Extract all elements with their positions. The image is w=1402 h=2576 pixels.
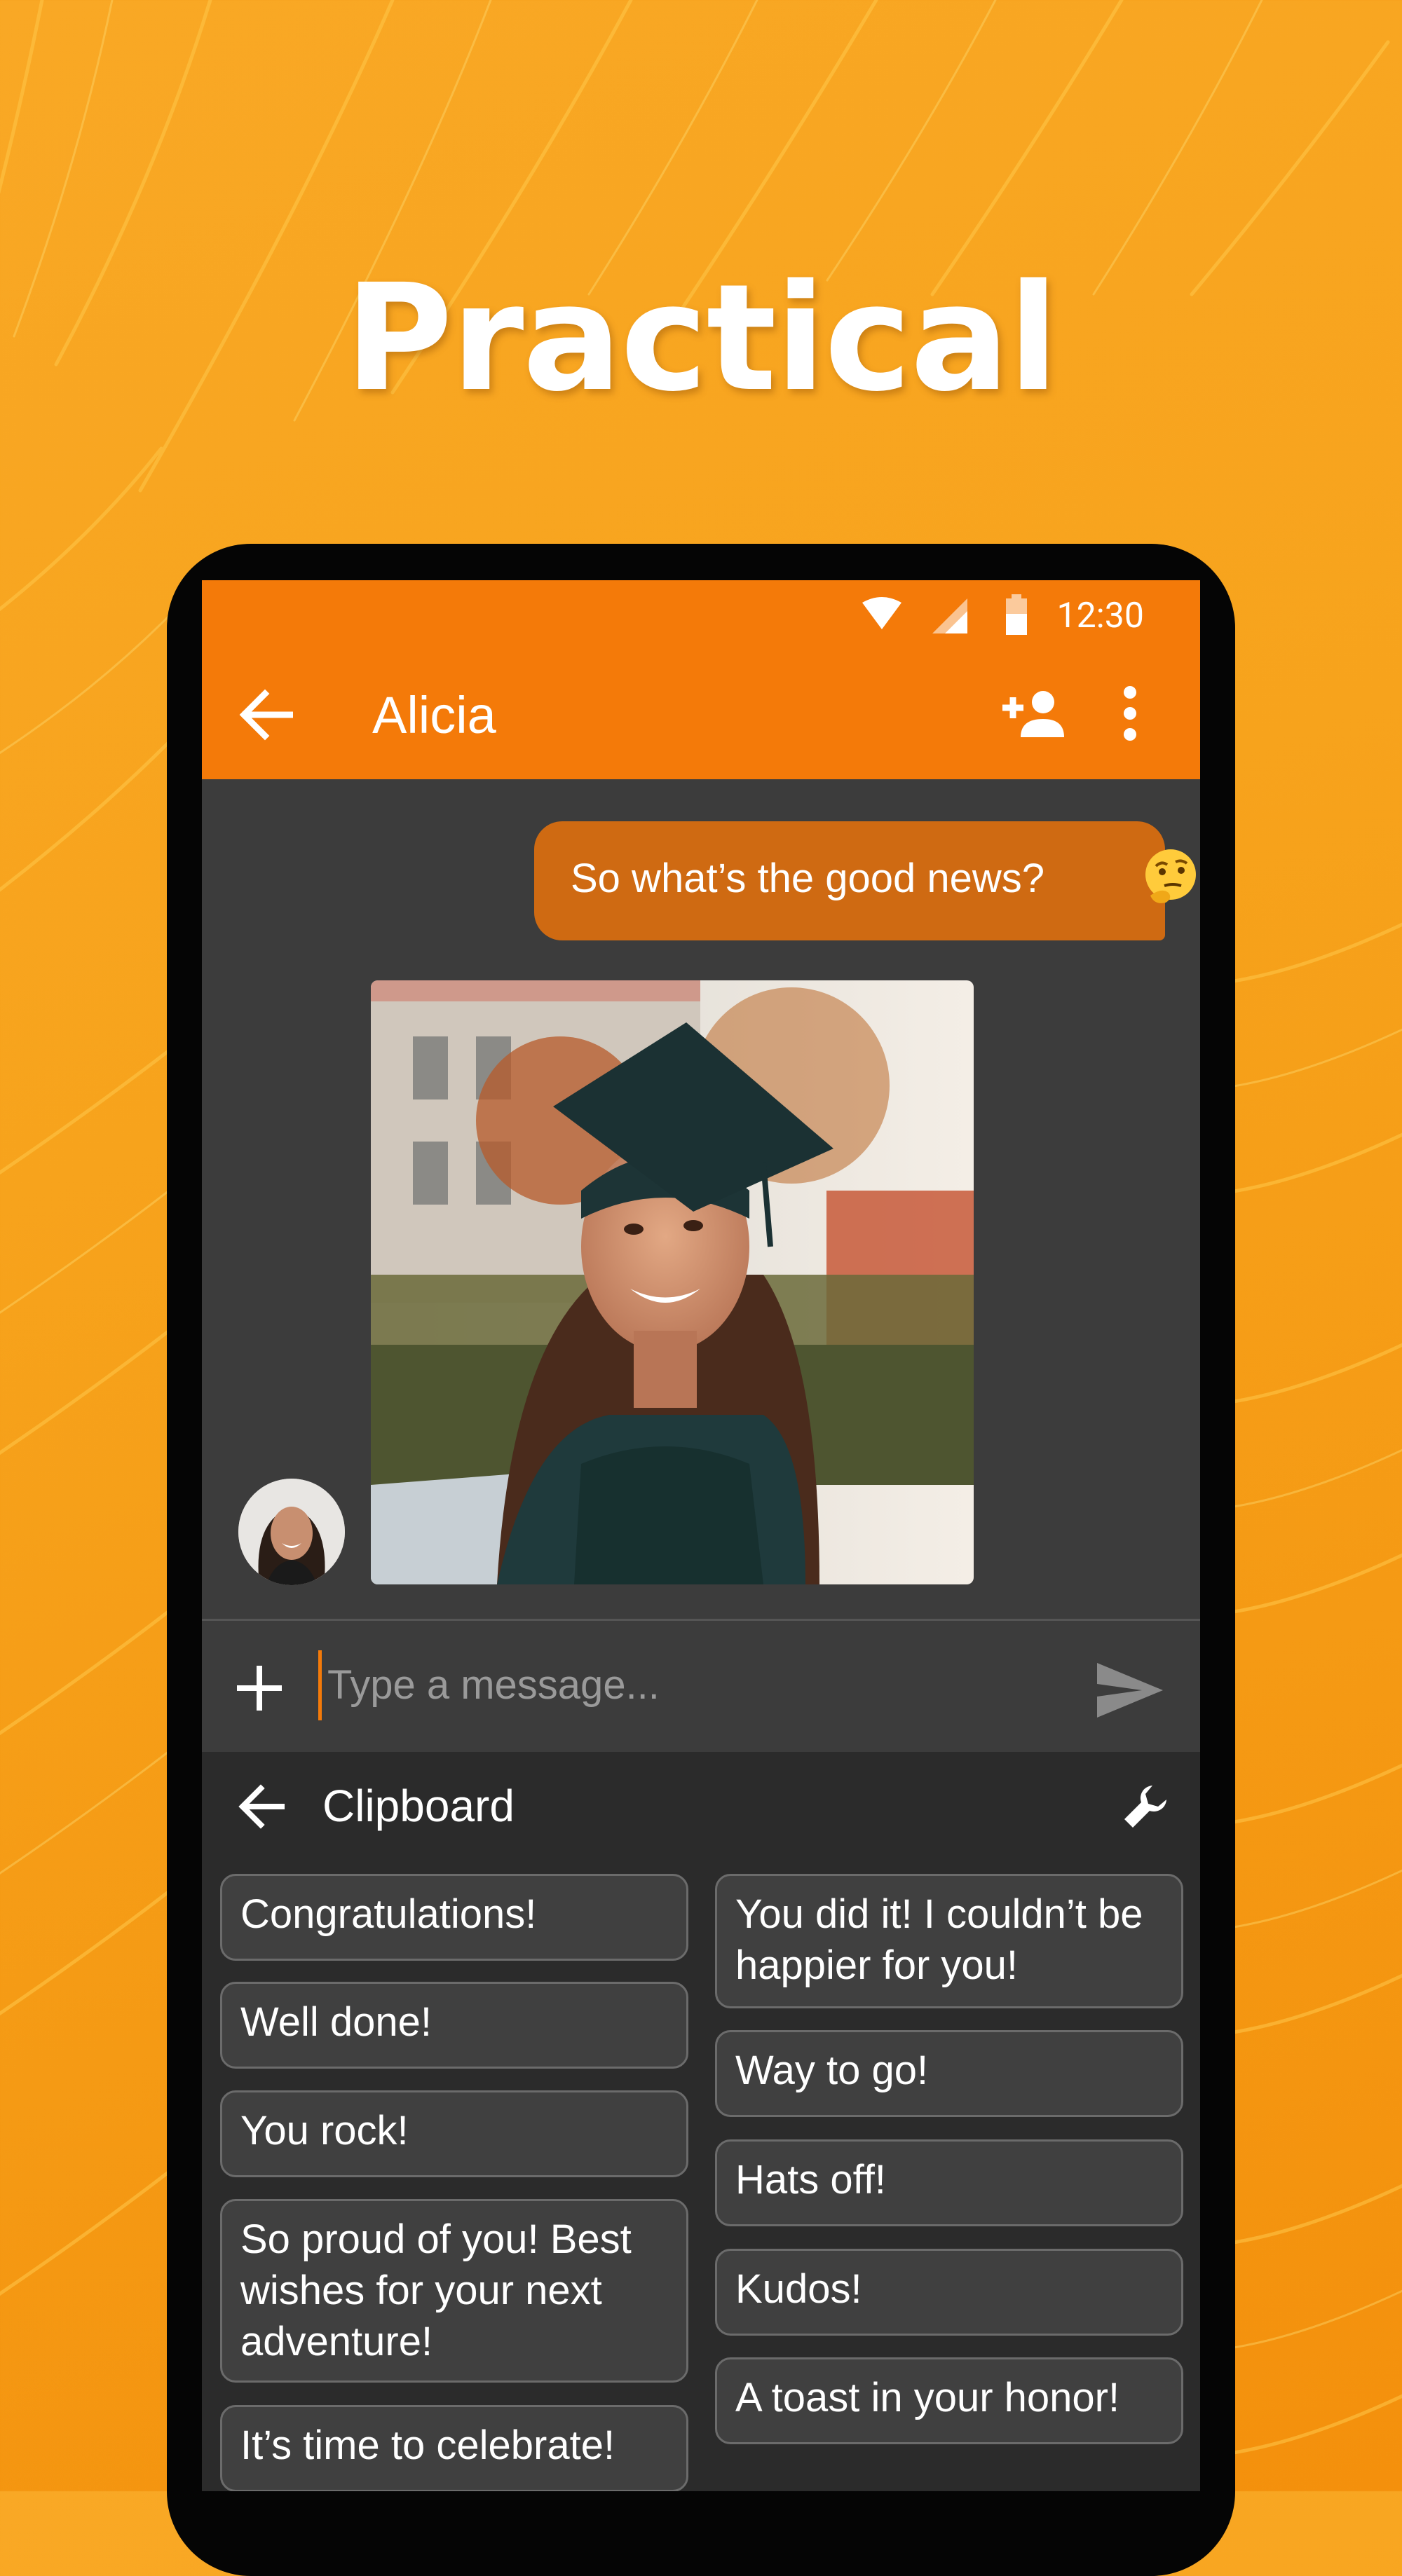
signal-icon <box>932 598 967 633</box>
clipboard-item[interactable]: So proud of you! Best wishes for your ne… <box>220 2199 688 2383</box>
more-vert-icon[interactable] <box>1120 685 1140 741</box>
conversation-title: Alicia <box>372 686 496 744</box>
outgoing-message[interactable]: So what’s the good news? <box>534 821 1196 940</box>
battery-icon <box>1006 594 1027 635</box>
plus-icon[interactable] <box>236 1664 283 1712</box>
status-time: 12:30 <box>1056 596 1144 636</box>
clipboard-title: Clipboard <box>322 1781 515 1831</box>
add-person-icon[interactable] <box>1000 687 1064 740</box>
headline: Practical <box>344 252 1059 424</box>
clipboard-item[interactable]: Well done! <box>220 1982 688 2069</box>
outgoing-message-text: So what’s the good news? <box>571 856 1045 901</box>
message-input[interactable]: Type a message... <box>318 1650 1019 1720</box>
back-arrow-icon[interactable] <box>238 688 293 741</box>
clipboard-item[interactable]: It’s time to celebrate! <box>220 2405 688 2491</box>
clipboard-item[interactable]: A toast in your honor! <box>715 2357 1183 2444</box>
clipboard-item[interactable]: Way to go! <box>715 2030 1183 2117</box>
app-bar: Alicia <box>202 650 1200 779</box>
message-list: So what’s the good news? <box>202 779 1200 1585</box>
shared-photo-graduate[interactable] <box>371 980 974 1584</box>
wifi-icon <box>862 597 901 629</box>
clipboard-item[interactable]: You rock! <box>220 2090 688 2177</box>
clipboard-panel: Clipboard Congratulations! Well done! Yo… <box>202 1752 1200 2491</box>
send-icon[interactable] <box>1096 1662 1164 1719</box>
phone-screen: 12:30 Alicia So what’s the good news? Ty… <box>202 580 1200 2491</box>
contact-avatar[interactable] <box>238 1479 345 1585</box>
back-arrow-icon[interactable] <box>238 1784 285 1829</box>
thinking-face-icon <box>1145 849 1196 903</box>
clipboard-item[interactable]: You did it! I couldn’t be happier for yo… <box>715 1874 1183 2008</box>
clipboard-item[interactable]: Congratulations! <box>220 1874 688 1961</box>
status-bar: 12:30 <box>202 580 1200 650</box>
wrench-icon[interactable] <box>1120 1783 1169 1832</box>
message-composer: Type a message... <box>202 1619 1200 1754</box>
clipboard-item[interactable]: Kudos! <box>715 2249 1183 2336</box>
clipboard-item[interactable]: Hats off! <box>715 2139 1183 2226</box>
